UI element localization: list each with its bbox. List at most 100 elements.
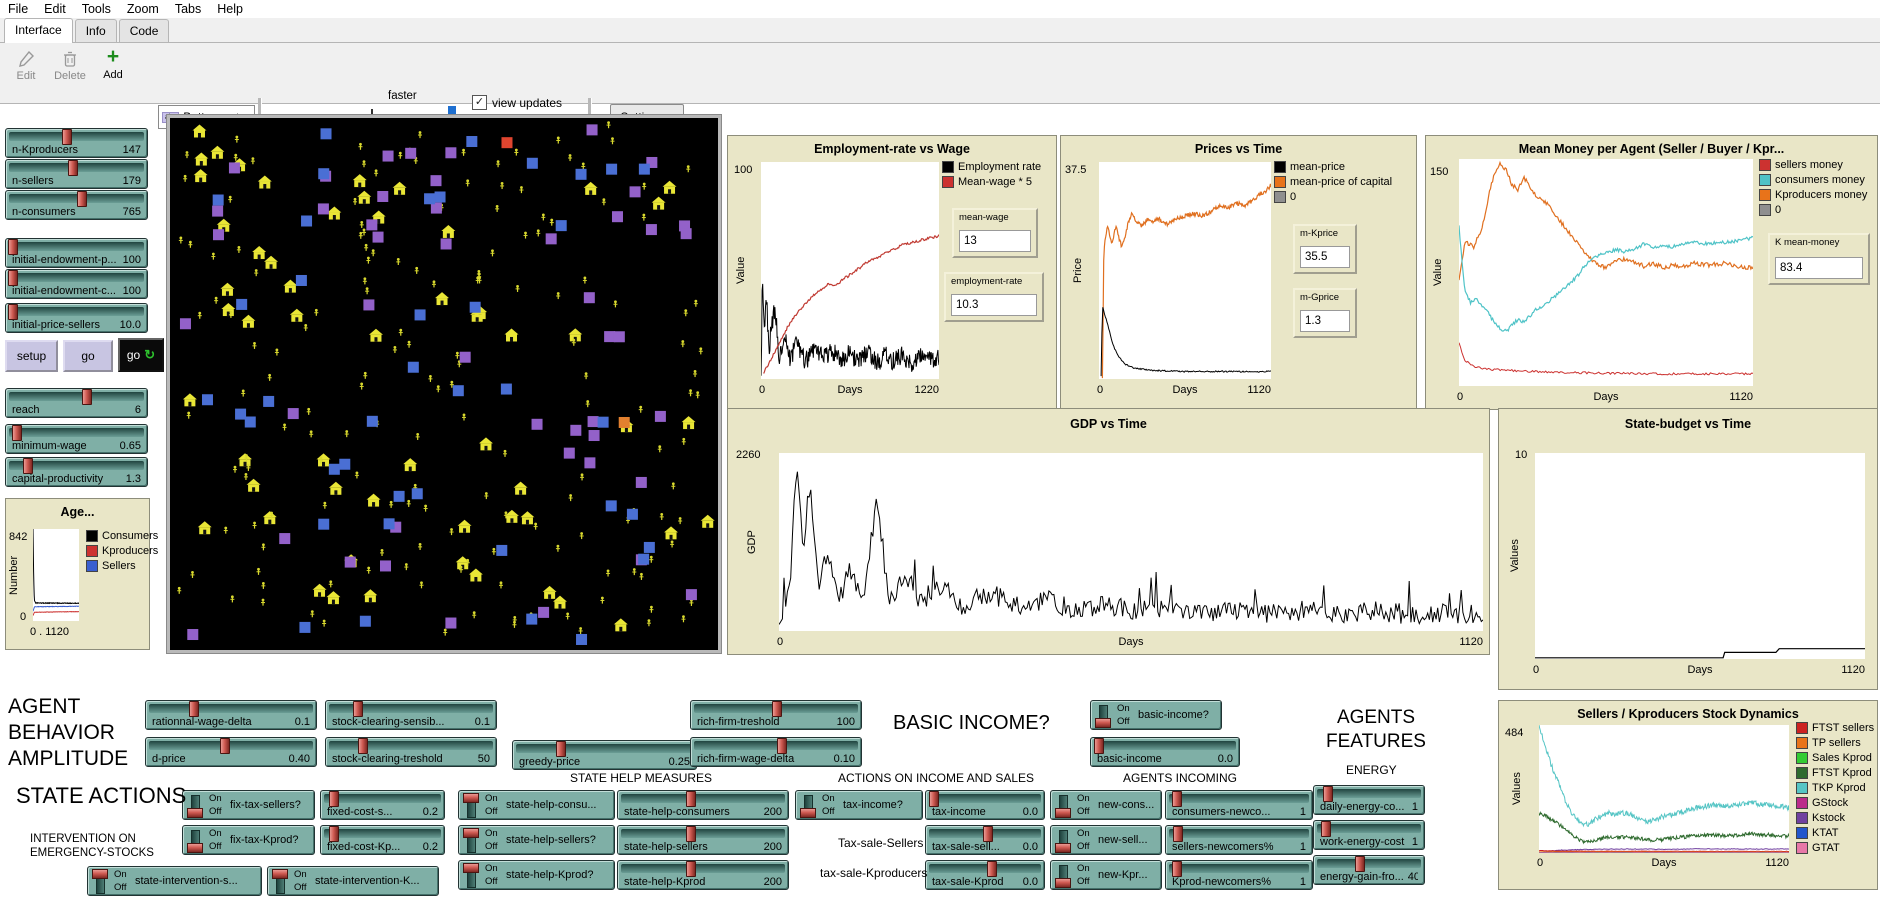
slider-rationnal-wage-delta[interactable]: rationnal-wage-delta0.1 <box>145 700 317 730</box>
slider-track[interactable] <box>1094 741 1236 750</box>
slider-track[interactable] <box>929 864 1041 873</box>
slider-capital-productivity[interactable]: capital-productivity1.3 <box>5 457 148 487</box>
slider-track[interactable] <box>516 744 693 753</box>
go-once-button[interactable]: go <box>63 340 113 372</box>
slider-handle[interactable] <box>353 701 363 717</box>
tab-interface[interactable]: Interface <box>4 18 73 43</box>
slider-handle[interactable] <box>12 425 22 441</box>
slider-track[interactable] <box>9 273 144 282</box>
slider-handle[interactable] <box>8 304 18 320</box>
slider-handle[interactable] <box>8 270 18 286</box>
menu-file[interactable]: File <box>8 2 28 16</box>
switch-handle[interactable] <box>800 808 816 818</box>
slider-handle[interactable] <box>77 191 87 207</box>
slider-handle[interactable] <box>1094 738 1104 754</box>
slider-reach[interactable]: reach6 <box>5 388 148 418</box>
slider-handle[interactable] <box>189 701 199 717</box>
slider-initial-endowment-c[interactable]: initial-endowment-c...100 <box>5 269 148 299</box>
slider-track[interactable] <box>1169 864 1309 873</box>
slider-state-help-kprod[interactable]: state-help-Kprod200 <box>617 860 789 890</box>
setup-button[interactable]: setup <box>5 340 58 372</box>
edit-button[interactable]: Edit <box>8 51 44 82</box>
slider-handle[interactable] <box>556 741 566 757</box>
slider-handle[interactable] <box>68 160 78 176</box>
switch-handle[interactable] <box>1055 808 1071 818</box>
slider-handle[interactable] <box>220 738 230 754</box>
slider-fixed-cost-s[interactable]: fixed-cost-s...0.2 <box>320 790 445 820</box>
slider-handle[interactable] <box>686 861 696 877</box>
slider-handle[interactable] <box>1355 856 1365 872</box>
switch-handle[interactable] <box>1095 718 1111 728</box>
switch-state-intervention-k[interactable]: OnOffstate-intervention-K... <box>267 866 439 896</box>
slider-handle[interactable] <box>1172 791 1182 807</box>
world-view[interactable] <box>167 115 721 653</box>
slider-tax-sale-kprod[interactable]: tax-sale-Kprod0.0 <box>925 860 1045 890</box>
switch-handle[interactable] <box>187 808 203 818</box>
slider-track[interactable] <box>9 307 144 316</box>
menu-help[interactable]: Help <box>217 2 243 16</box>
slider-track[interactable] <box>149 741 313 750</box>
slider-track[interactable] <box>9 163 144 172</box>
slider-handle[interactable] <box>1323 786 1333 802</box>
slider-handle[interactable] <box>983 826 993 842</box>
slider-work-energy-cost[interactable]: work-energy-cost1 <box>1313 820 1425 850</box>
slider-handle[interactable] <box>1173 826 1183 842</box>
slider-rich-firm-wage-delta[interactable]: rich-firm-wage-delta0.10 <box>690 737 862 767</box>
slider-track[interactable] <box>929 829 1041 838</box>
slider-daily-energy-cost[interactable]: daily-energy-co...1 <box>1313 785 1425 815</box>
slider-track[interactable] <box>621 829 785 838</box>
slider-track[interactable] <box>329 741 493 750</box>
slider-track[interactable] <box>9 392 144 401</box>
slider-handle[interactable] <box>929 791 939 807</box>
switch-state-intervention-s[interactable]: OnOffstate-intervention-s... <box>87 866 262 896</box>
switch-new-sell[interactable]: OnOffnew-sell... <box>1050 825 1162 855</box>
slider-energy-gain-from[interactable]: energy-gain-fro...40 <box>1313 855 1425 885</box>
slider-state-help-consumers[interactable]: state-help-consumers200 <box>617 790 789 820</box>
switch-state-help-kprod[interactable]: OnOffstate-help-Kprod? <box>458 860 615 890</box>
slider-track[interactable] <box>1169 794 1309 803</box>
switch-new-kpr[interactable]: OnOffnew-Kpr... <box>1050 860 1162 890</box>
slider-track[interactable] <box>9 242 144 251</box>
slider-handle[interactable] <box>1321 821 1331 837</box>
slider-handle[interactable] <box>8 239 18 255</box>
slider-track[interactable] <box>694 704 858 713</box>
slider-track[interactable] <box>1317 824 1421 833</box>
slider-stock-clearing-treshold[interactable]: stock-clearing-treshold50 <box>325 737 497 767</box>
slider-track[interactable] <box>9 194 144 203</box>
switch-fix-tax-sellers[interactable]: OnOfffix-tax-sellers? <box>182 790 315 820</box>
slider-track[interactable] <box>929 794 1041 803</box>
slider-initial-price-sellers[interactable]: initial-price-sellers10.0 <box>5 303 148 333</box>
menu-zoom[interactable]: Zoom <box>127 2 159 16</box>
switch-tax-income[interactable]: OnOfftax-income? <box>795 790 923 820</box>
slider-n-sellers[interactable]: n-sellers179 <box>5 159 148 189</box>
switch-handle[interactable] <box>187 843 203 853</box>
switch-state-help-consu[interactable]: OnOffstate-help-consu... <box>458 790 615 820</box>
slider-handle[interactable] <box>686 826 696 842</box>
go-forever-button[interactable]: go↻ <box>118 338 164 372</box>
slider-n-consumers[interactable]: n-consumers765 <box>5 190 148 220</box>
slider-handle[interactable] <box>23 458 33 474</box>
slider-minimum-wage[interactable]: minimum-wage0.65 <box>5 424 148 454</box>
slider-handle[interactable] <box>82 389 92 405</box>
slider-track[interactable] <box>9 461 144 470</box>
slider-handle[interactable] <box>358 738 368 754</box>
slider-n-kproducers[interactable]: n-Kproducers147 <box>5 128 148 158</box>
switch-handle[interactable] <box>463 793 479 803</box>
slider-track[interactable] <box>324 829 441 838</box>
slider-state-help-sellers[interactable]: state-help-sellers200 <box>617 825 789 855</box>
slider-track[interactable] <box>149 704 313 713</box>
slider-handle[interactable] <box>777 738 787 754</box>
slider-track[interactable] <box>9 132 144 141</box>
slider-rich-firm-treshold[interactable]: rich-firm-treshold100 <box>690 700 862 730</box>
slider-handle[interactable] <box>329 791 339 807</box>
slider-handle[interactable] <box>772 701 782 717</box>
slider-kprod-newcomers[interactable]: Kprod-newcomers%1 <box>1165 860 1313 890</box>
menu-tools[interactable]: Tools <box>82 2 111 16</box>
slider-stock-clearing-sensib[interactable]: stock-clearing-sensib...0.1 <box>325 700 497 730</box>
switch-handle[interactable] <box>463 863 479 873</box>
switch-handle[interactable] <box>1055 843 1071 853</box>
switch-handle[interactable] <box>92 869 108 879</box>
slider-tax-income[interactable]: tax-income0.0 <box>925 790 1045 820</box>
slider-handle[interactable] <box>62 129 72 145</box>
slider-greedy-price[interactable]: greedy-price0.25 <box>512 740 697 770</box>
